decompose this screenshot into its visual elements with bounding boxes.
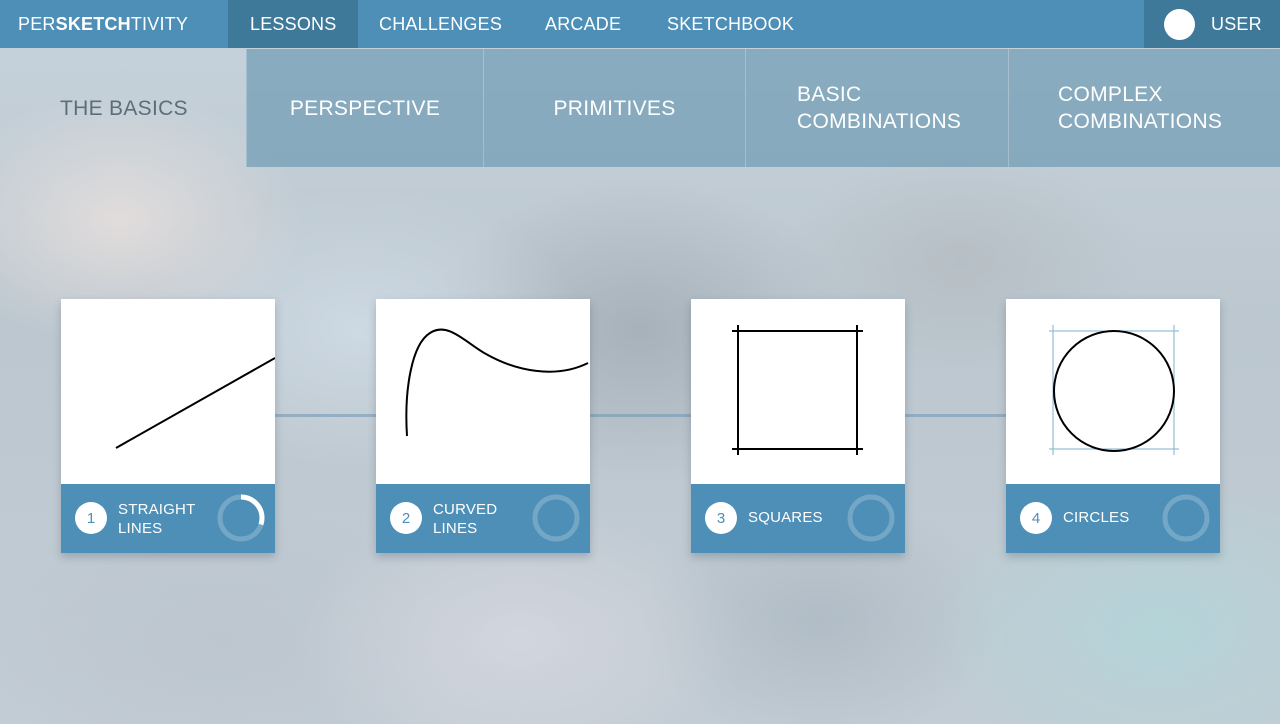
- curved-line-icon: [405, 328, 589, 437]
- square-icon: [732, 325, 863, 455]
- tab-perspective[interactable]: PERSPECTIVE: [246, 49, 483, 167]
- lesson-number-badge: 4: [1020, 502, 1052, 534]
- lesson-card-curved-lines[interactable]: 2 CURVED LINES: [376, 299, 590, 553]
- tab-complex-combinations[interactable]: COMPLEX COMBINATIONS: [1008, 49, 1280, 167]
- lesson-card-footer: 4 CIRCLES: [1006, 484, 1220, 553]
- category-tabs: THE BASICS PERSPECTIVE PRIMITIVES BASIC …: [0, 49, 1280, 167]
- progress-ring: [532, 494, 580, 542]
- lesson-card-footer: 3 SQUARES: [691, 484, 905, 553]
- nav-sketchbook[interactable]: SKETCHBOOK: [646, 0, 806, 48]
- lesson-card-squares[interactable]: 3 SQUARES: [691, 299, 905, 553]
- straight-line-icon: [115, 357, 275, 449]
- main-nav: LESSONS CHALLENGES ARCADE SKETCHBOOK: [228, 0, 806, 48]
- avatar: [1164, 8, 1195, 40]
- lesson-title: CIRCLES: [1063, 509, 1130, 526]
- app-logo[interactable]: PER SKETCH TIVITY: [0, 0, 228, 48]
- nav-challenges[interactable]: CHALLENGES: [358, 0, 524, 48]
- lesson-title: SQUARES: [748, 509, 823, 526]
- nav-arcade[interactable]: ARCADE: [524, 0, 646, 48]
- lesson-path-connector: [180, 414, 1100, 417]
- lesson-title: STRAIGHT LINES: [118, 501, 196, 537]
- logo-part-sketch: SKETCH: [55, 13, 131, 34]
- lesson-card-footer: 1 STRAIGHT LINES: [61, 484, 275, 553]
- user-label: USER: [1211, 13, 1262, 34]
- lesson-number-badge: 2: [390, 502, 422, 534]
- nav-lessons[interactable]: LESSONS: [228, 0, 358, 48]
- lesson-card-circles[interactable]: 4 CIRCLES: [1006, 299, 1220, 553]
- tab-the-basics[interactable]: THE BASICS: [0, 49, 246, 167]
- progress-ring: [217, 494, 265, 542]
- lesson-card-straight-lines[interactable]: 1 STRAIGHT LINES: [61, 299, 275, 553]
- logo-part-per: PER: [18, 13, 56, 34]
- lesson-title: CURVED LINES: [433, 501, 498, 537]
- tab-basic-combinations[interactable]: BASIC COMBINATIONS: [745, 49, 1008, 167]
- top-navigation-bar: PER SKETCH TIVITY LESSONS CHALLENGES ARCAD…: [0, 0, 1280, 48]
- lesson-number-badge: 3: [705, 502, 737, 534]
- tab-primitives[interactable]: PRIMITIVES: [483, 49, 745, 167]
- progress-ring: [847, 494, 895, 542]
- lesson-number-badge: 1: [75, 502, 107, 534]
- lesson-card-footer: 2 CURVED LINES: [376, 484, 590, 553]
- progress-ring: [1162, 494, 1210, 542]
- user-menu[interactable]: USER: [1144, 0, 1280, 48]
- circle-icon: [1049, 325, 1179, 455]
- logo-part-tivity: TIVITY: [130, 13, 189, 34]
